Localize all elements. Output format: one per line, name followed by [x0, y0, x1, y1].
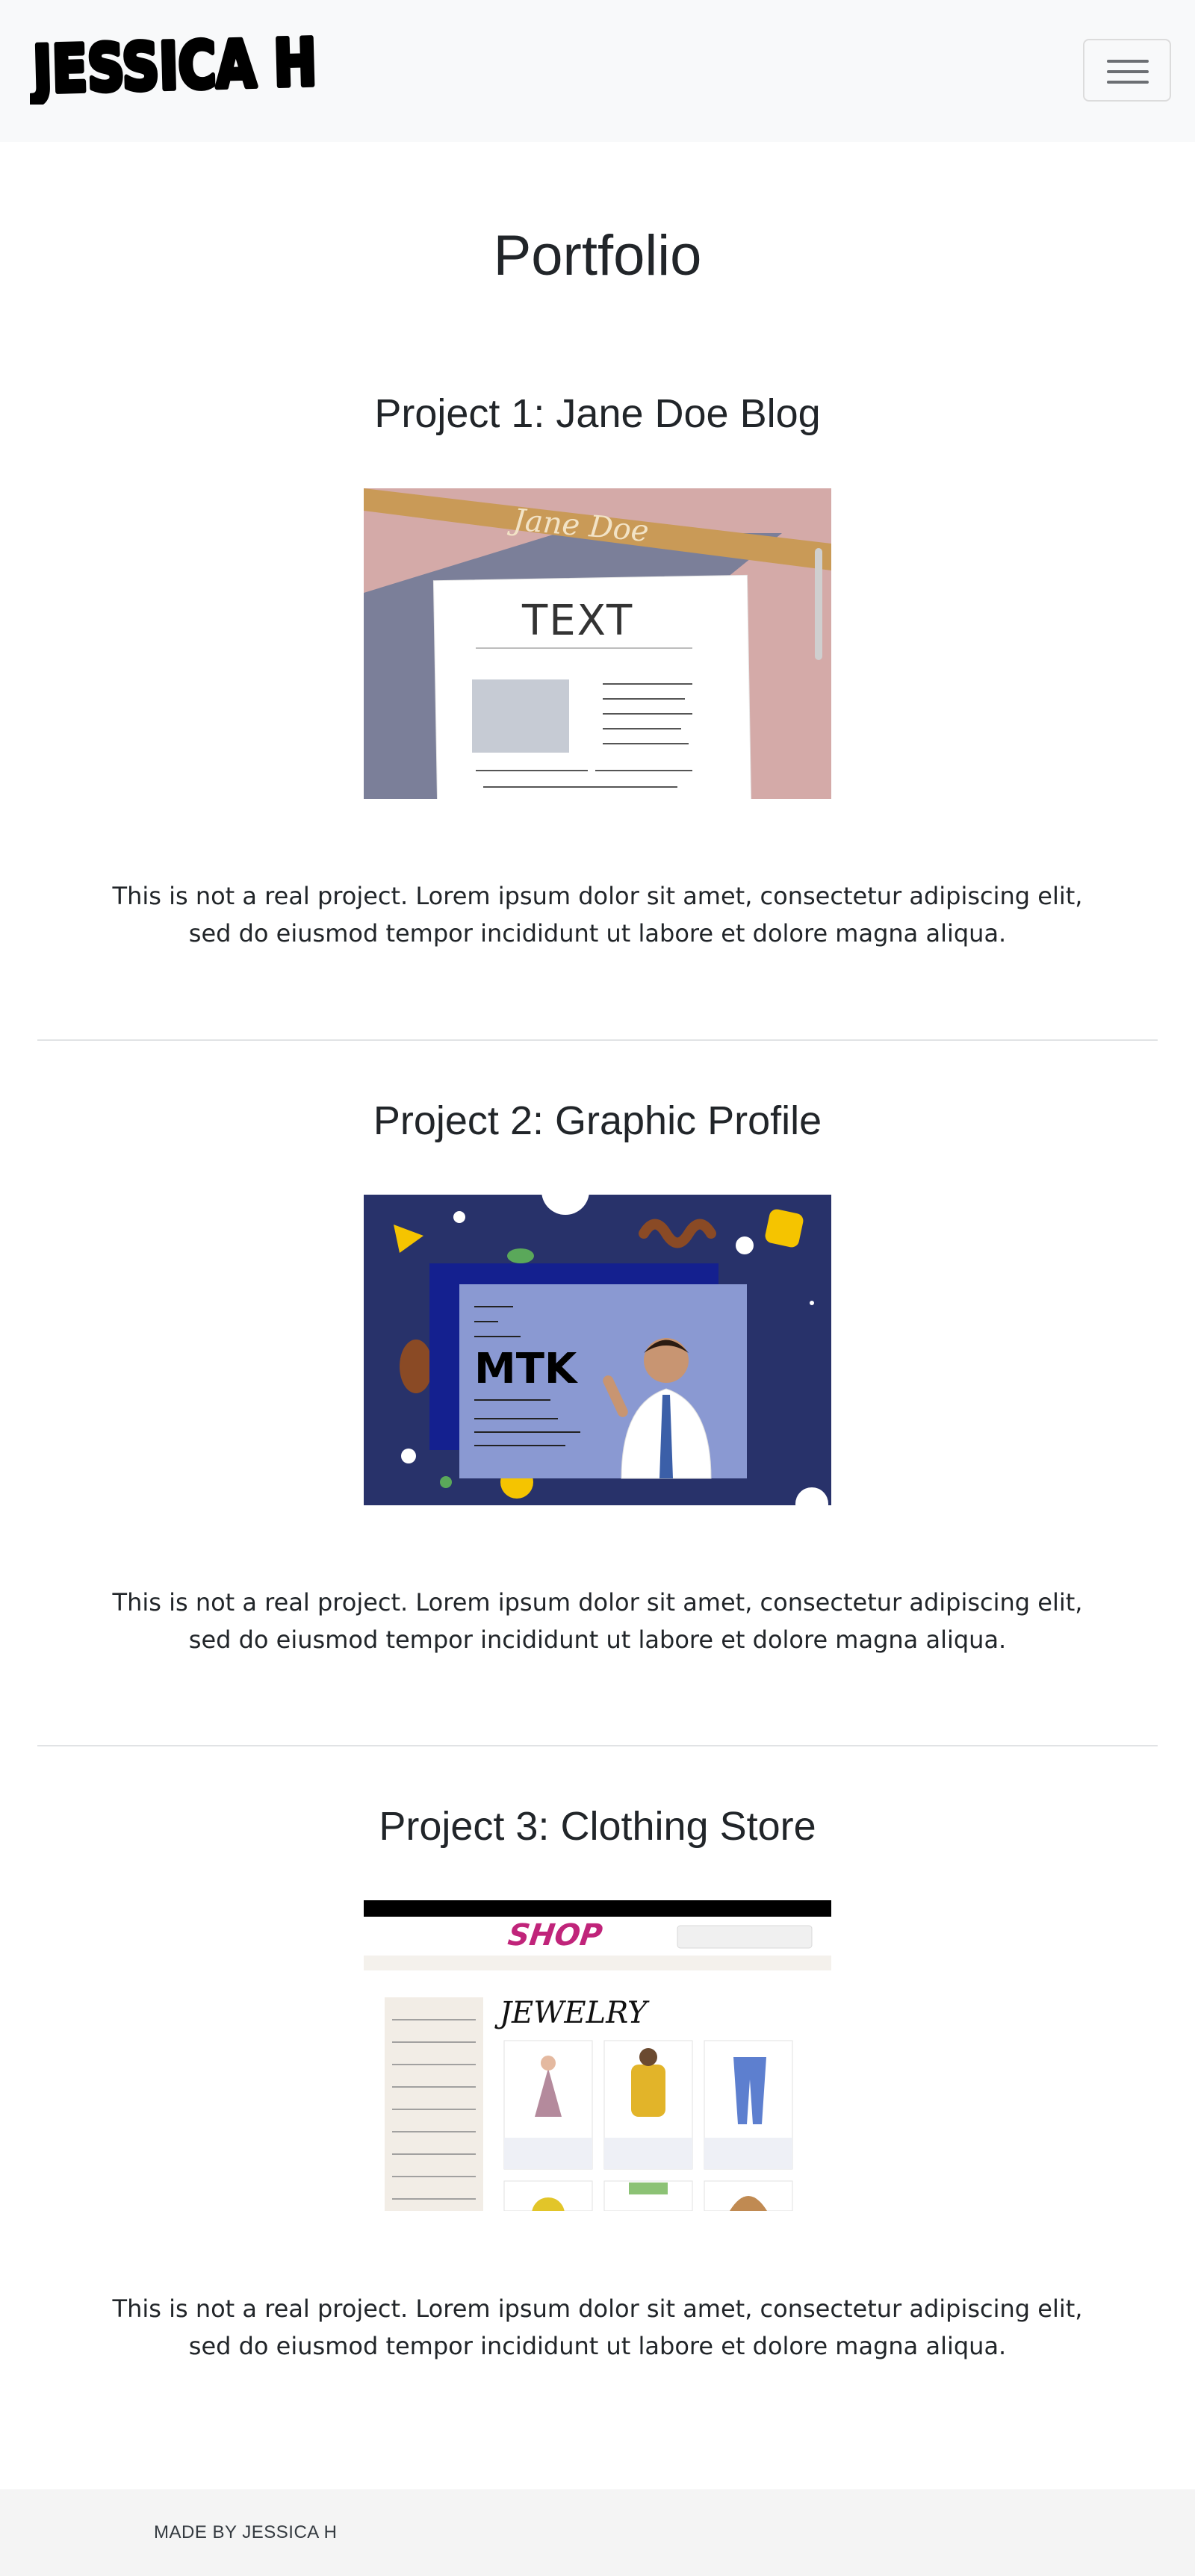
- brand-logo[interactable]: JESSICA H: [30, 15, 329, 105]
- divider: [37, 1039, 1158, 1041]
- project-3-description: This is not a real project. Lorem ipsum …: [112, 2295, 1083, 2360]
- project-2-title: Project 2: Graphic Profile: [373, 1098, 822, 1143]
- project-3-title: Project 3: Clothing Store: [379, 1804, 816, 1849]
- hamburger-menu-icon-bar: [1107, 70, 1149, 73]
- svg-text:MTK: MTK: [474, 1345, 579, 1393]
- divider: [37, 1745, 1158, 1746]
- project-2-description: This is not a real project. Lorem ipsum …: [112, 1588, 1083, 1654]
- project-2-image: MTK: [364, 1195, 831, 1505]
- footer-text: MADE BY JESSICA H: [154, 2522, 338, 2542]
- navbar: JESSICA H: [0, 0, 1195, 142]
- hamburger-menu-icon: [1107, 60, 1149, 63]
- svg-text:SHOP: SHOP: [506, 1918, 604, 1953]
- svg-text:JESSICA H: JESSICA H: [30, 25, 317, 105]
- svg-text:TEXT: TEXT: [521, 597, 633, 645]
- brand-logo-image: JESSICA H: [30, 23, 320, 105]
- menu-toggle-button[interactable]: [1083, 39, 1171, 102]
- svg-text:JEWELRY: JEWELRY: [494, 1996, 650, 2030]
- hamburger-menu-icon-bar: [1107, 81, 1149, 84]
- project-1-title: Project 1: Jane Doe Blog: [374, 391, 821, 436]
- footer: MADE BY JESSICA H: [0, 2489, 1195, 2576]
- project-1-image: Jane Doe TEXT: [364, 488, 831, 799]
- page-title: Portfolio: [493, 224, 702, 287]
- project-1-description: This is not a real project. Lorem ipsum …: [112, 882, 1083, 948]
- project-3-image: SHOP JEWELRY: [364, 1900, 831, 2211]
